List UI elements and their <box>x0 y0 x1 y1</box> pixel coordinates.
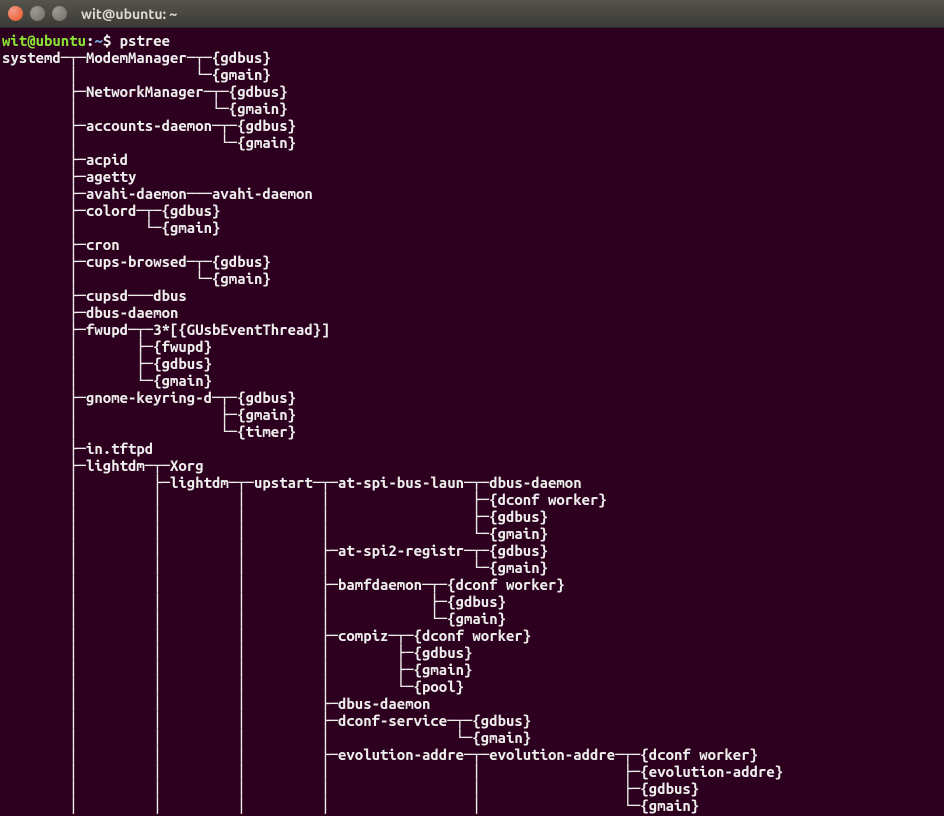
maximize-icon[interactable] <box>52 6 67 21</box>
window-titlebar: wit@ubuntu: ~ <box>0 0 944 28</box>
terminal-area[interactable]: wit@ubuntu:~$ pstree systemd─┬─ModemMana… <box>0 28 944 816</box>
window-title: wit@ubuntu: ~ <box>81 6 177 22</box>
window-controls <box>8 6 67 21</box>
prompt-path: ~ <box>94 32 102 49</box>
minimize-icon[interactable] <box>30 6 45 21</box>
prompt-sigil: $ <box>103 32 120 49</box>
close-icon[interactable] <box>8 6 23 21</box>
pstree-output: systemd─┬─ModemManager─┬─{gdbus} │ └─{gm… <box>2 49 942 814</box>
prompt-userhost: wit@ubuntu <box>2 32 86 49</box>
command-text: pstree <box>120 32 170 49</box>
